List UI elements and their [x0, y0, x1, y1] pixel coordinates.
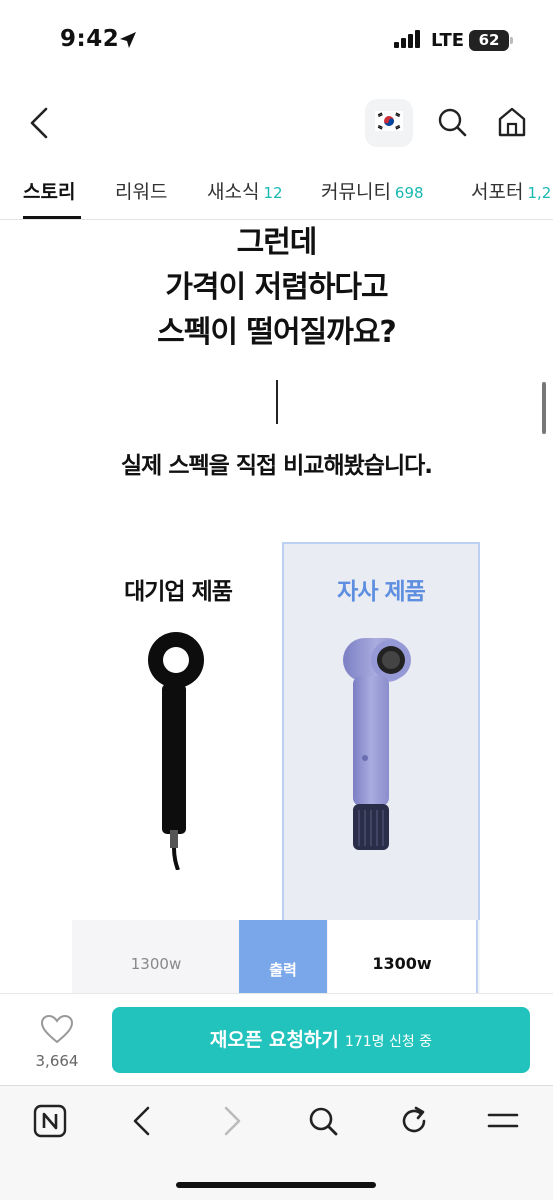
tab-news[interactable]: 새소식 12 [207, 177, 283, 204]
black-hair-dryer-image [144, 630, 214, 874]
status-time: 9:42 [60, 26, 120, 52]
story-headline: 그런데 가격이 저렴하다고 스펙이 떨어질까요? [0, 220, 553, 355]
cell-signal-icon [394, 30, 422, 52]
korea-flag-icon [375, 111, 403, 135]
tab-label: 리워드 [115, 181, 168, 203]
tab-count: 1,2 [527, 184, 552, 202]
headline-line: 스펙이 떨어질까요? [157, 315, 397, 350]
refresh-icon[interactable] [397, 1104, 431, 1142]
battery-cap [510, 37, 513, 44]
headline-line: 가격이 저렴하다고 [165, 270, 388, 305]
browser-search-icon[interactable] [306, 1104, 340, 1142]
language-button[interactable] [365, 99, 413, 147]
story-content[interactable]: 그런데 가격이 저렴하다고 스펙이 떨어질까요? 실제 스펙을 직접 비교해봤습… [0, 220, 553, 993]
network-type: LTE [431, 30, 465, 51]
product-comparison: 대기업 제품 자사 제품 1300w 출력 1300w [72, 542, 480, 993]
tab-label: 새소식 [207, 181, 260, 203]
our-product-title: 자사 제품 [337, 579, 426, 605]
location-arrow-icon [118, 30, 138, 54]
tab-label: 서포터 [471, 181, 524, 203]
our-power-value: 1300w [328, 920, 478, 993]
battery-indicator: 62 [469, 30, 509, 51]
status-bar: 9:42 LTE 62 [0, 0, 553, 84]
chevron-left-icon[interactable] [26, 106, 54, 144]
tab-reward[interactable]: 리워드 [115, 177, 167, 204]
tab-count: 698 [394, 184, 424, 202]
spec-row-power: 1300w 출력 1300w [72, 920, 480, 993]
menu-icon[interactable] [486, 1104, 520, 1142]
competitor-power-value: 1300w [130, 955, 182, 973]
scrollbar[interactable] [542, 382, 546, 434]
cta-label: 재오픈 요청하기 [209, 1029, 339, 1051]
purple-hair-dryer-image [339, 618, 419, 862]
home-icon[interactable] [496, 106, 528, 142]
naver-home-icon[interactable] [33, 1104, 67, 1142]
active-tab-indicator [23, 216, 81, 219]
vertical-divider [276, 380, 278, 424]
browser-back-icon[interactable] [130, 1104, 154, 1142]
our-product-column: 자사 제품 [282, 542, 480, 922]
search-icon[interactable] [436, 106, 468, 142]
home-indicator [176, 1182, 376, 1188]
bottom-action-bar: 3,664 재오픈 요청하기 171명 신청 중 [0, 993, 553, 1085]
competitor-column: 대기업 제품 [72, 544, 284, 920]
like-button[interactable]: 3,664 [30, 1014, 84, 1070]
heart-icon [40, 1014, 74, 1048]
competitor-title: 대기업 제품 [124, 579, 233, 605]
headline-line: 그런데 [236, 225, 318, 260]
top-nav [0, 84, 553, 164]
tab-story[interactable]: 스토리 [23, 177, 75, 204]
spec-label-power: 출력 [239, 920, 327, 993]
tab-count: 12 [263, 184, 283, 202]
browser-toolbar [0, 1085, 553, 1200]
like-count: 3,664 [35, 1052, 79, 1070]
story-subheadline: 실제 스펙을 직접 비교해봤습니다. [121, 453, 433, 479]
reopen-request-button[interactable]: 재오픈 요청하기 171명 신청 중 [112, 1007, 530, 1073]
tab-label: 커뮤니티 [321, 181, 391, 203]
tab-label: 스토리 [23, 181, 76, 203]
section-tabs: 스토리 리워드 새소식 12 커뮤니티 698 서포터 1,2 [0, 164, 553, 220]
cta-applicants: 171명 신청 중 [344, 1034, 433, 1050]
browser-forward-icon[interactable] [220, 1104, 244, 1142]
tab-community[interactable]: 커뮤니티 698 [321, 177, 424, 204]
tab-supporter[interactable]: 서포터 1,2 [471, 177, 551, 204]
